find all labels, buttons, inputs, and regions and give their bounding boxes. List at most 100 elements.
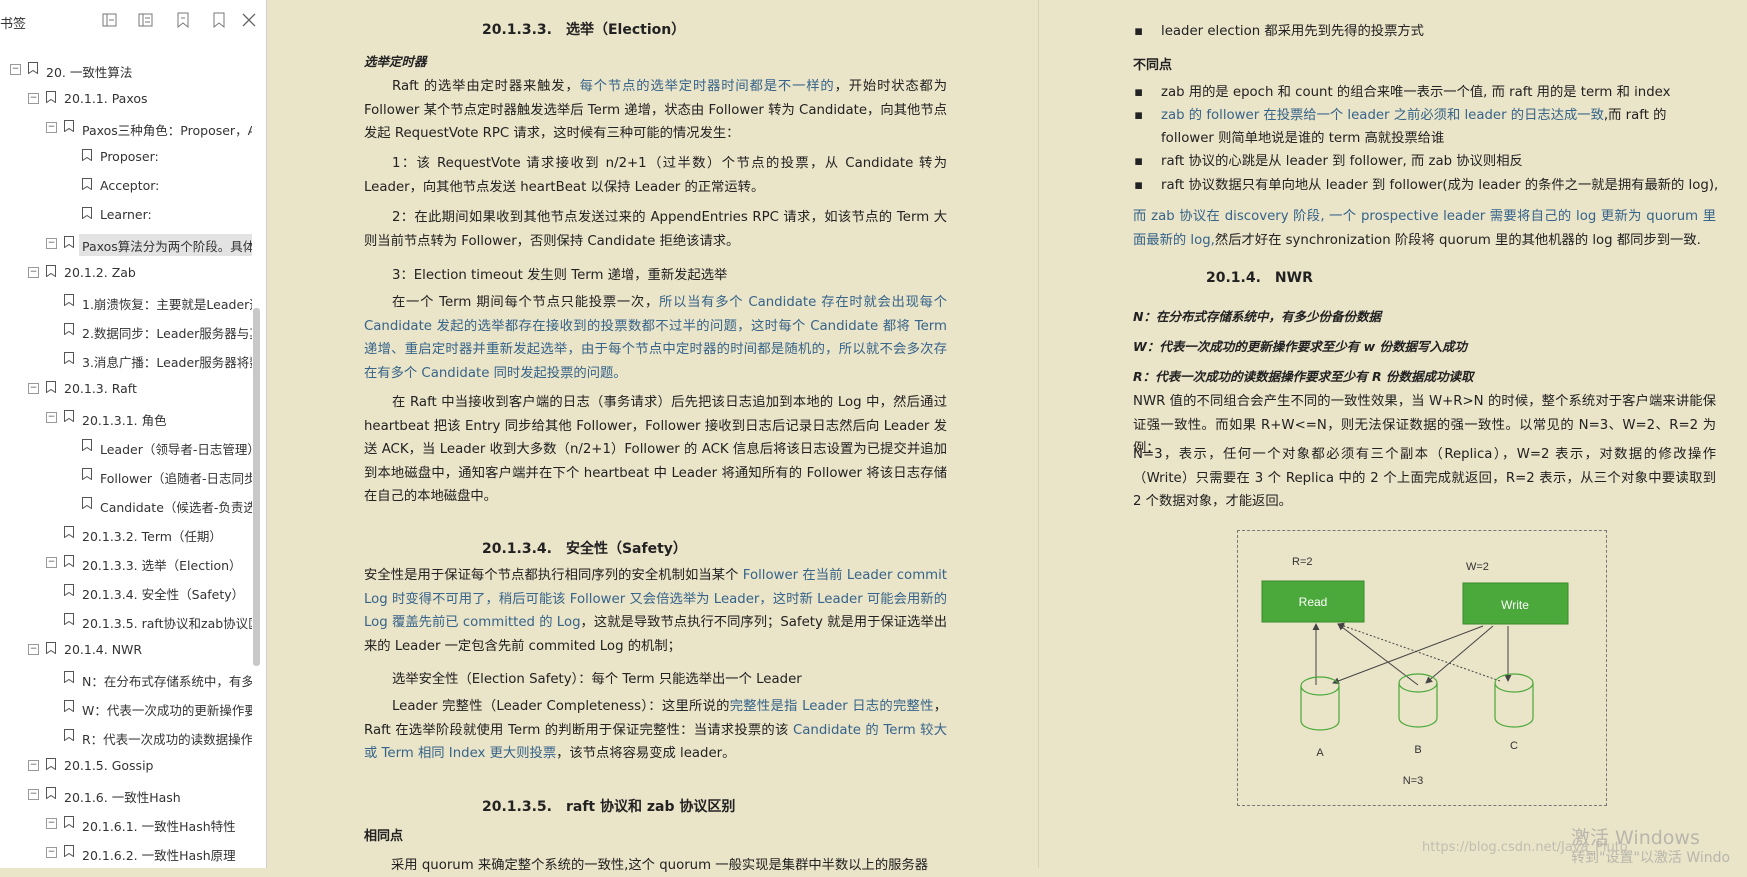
bookmark-label: W：代表一次成功的更新操作要求: [82, 703, 252, 718]
bookmark-label: Candidate（候选者-负责选票: [100, 500, 252, 515]
close-icon[interactable]: [240, 11, 258, 29]
bookmark-item[interactable]: N：在分布式存储系统中，有多少: [0, 667, 252, 691]
bookmark-item[interactable]: − Paxos三种角色：Proposer，Acc: [0, 116, 252, 140]
bookmark-item[interactable]: Leader（领导者-日志管理）: [0, 435, 252, 459]
bookmark-item[interactable]: 20.1.3.5. raft协议和zab协议区别: [0, 609, 252, 633]
bookmark-icon: [82, 468, 92, 481]
bookmarks-panel: 书签 − 20. 一致性算法 − 20.1.1. Paxos − Paxos三种角色：Pr…: [0, 0, 267, 868]
bookmark-item[interactable]: 20.1.3.2. Term（任期）: [0, 522, 252, 546]
expand-toggle-icon[interactable]: −: [28, 760, 39, 771]
expand-toggle-icon[interactable]: −: [28, 93, 39, 104]
expand-toggle-icon[interactable]: −: [46, 238, 57, 249]
expand-toggle-icon[interactable]: −: [28, 267, 39, 278]
bookmark-label: 20.1.6.1. 一致性Hash特性: [82, 819, 236, 834]
bookmark-item[interactable]: 1.崩溃恢复：主要就是Leader选举: [0, 290, 252, 314]
bookmark-item[interactable]: 2.数据同步：Leader服务器与其他: [0, 319, 252, 343]
bookmark-icon: [82, 439, 92, 452]
bookmark-label: 20.1.6. 一致性Hash: [64, 790, 181, 805]
bookmark-label: R：代表一次成功的读数据操作要: [82, 732, 252, 747]
bookmark-item[interactable]: − 20.1.6. 一致性Hash: [0, 783, 252, 807]
bookmark-item[interactable]: Learner:: [0, 203, 252, 227]
paragraph: 而 zab 协议在 discovery 阶段, 一个 prospective l…: [1133, 209, 1716, 248]
bullet-item: ▪ zab 的 follower 在投票给一个 leader 之前必须和 lead…: [1134, 108, 1667, 146]
bookmark-tree: − 20. 一致性算法 − 20.1.1. Paxos − Paxos三种角色：Propo…: [0, 58, 252, 868]
bookmark-label: 20.1.3.4. 安全性（Safety）: [82, 587, 245, 602]
bookmark-item[interactable]: Follower（追随者-日志同步）: [0, 464, 252, 488]
expand-toggle-icon[interactable]: −: [46, 557, 57, 568]
sidebar-scrollbar[interactable]: [253, 308, 260, 666]
bookmark-icon: [64, 584, 74, 597]
bookmark-label: 20.1.3.5. raft协议和zab协议区别: [82, 616, 252, 631]
bookmark-item[interactable]: 20.1.3.4. 安全性（Safety）: [0, 580, 252, 604]
bookmark-item[interactable]: Proposer:: [0, 145, 252, 169]
expand-toggle-icon[interactable]: −: [10, 64, 21, 75]
bullet-item: ▪ raft 协议数据只有单向地从 leader 到 follower(成为 le…: [1134, 178, 1719, 193]
paragraph: 选举安全性（Election Safety）：每个 Term 只能选举出一个 L…: [392, 672, 802, 687]
bookmarks-title: 书签: [0, 17, 27, 32]
subheading-timer: 选举定时器: [364, 54, 427, 69]
bookmark-icon: [82, 149, 92, 162]
bookmark-label: 20.1.3.1. 角色: [82, 413, 167, 428]
bookmark-icon: [64, 816, 74, 829]
bookmark-label: 20.1.6.2. 一致性Hash原理: [82, 848, 236, 863]
collapse-all-icon[interactable]: [137, 11, 155, 29]
bookmark-label: 20.1.5. Gossip: [64, 758, 154, 773]
bookmark-icon: [64, 526, 74, 539]
bookmark-label: 2.数据同步：Leader服务器与其他: [82, 326, 252, 341]
read-label: Read: [1299, 595, 1328, 609]
bookmark-icon[interactable]: [210, 11, 228, 29]
bookmark-icon: [46, 758, 56, 771]
bookmark-label: 20.1.1. Paxos: [64, 91, 148, 106]
bullet-item: ▪ zab 用的是 epoch 和 count 的组合来唯一表示一个值, 而 ra…: [1134, 85, 1671, 100]
bookmark-icon: [64, 294, 74, 307]
windows-activation-watermark: 激活 Windows: [1571, 827, 1700, 849]
subheading-same: 相同点: [364, 829, 404, 844]
expand-toggle-icon[interactable]: −: [28, 383, 39, 394]
expand-toggle-icon[interactable]: −: [46, 847, 57, 858]
node-b: [1398, 673, 1438, 728]
paragraph: Raft 的选举由定时器来触发，每个节点的选举定时器时间都是不一样的，开始时状态…: [364, 79, 948, 141]
bookmark-add-icon[interactable]: [174, 11, 192, 29]
expand-toggle-icon[interactable]: −: [28, 644, 39, 655]
bookmark-item[interactable]: W：代表一次成功的更新操作要求: [0, 696, 252, 720]
heading-safety: 20.1.3.4. 安全性（Safety）: [482, 541, 687, 557]
bookmark-item[interactable]: − 20.1.1. Paxos: [0, 87, 252, 111]
bookmark-icon: [46, 91, 56, 104]
bookmark-icon: [64, 671, 74, 684]
bookmark-item[interactable]: − 20.1.3.3. 选举（Election）: [0, 551, 252, 575]
bookmark-item[interactable]: − 20. 一致性算法: [0, 58, 252, 82]
node-c: [1494, 673, 1534, 728]
bookmark-icon: [64, 323, 74, 336]
bookmark-item[interactable]: − 20.1.2. Zab: [0, 261, 252, 285]
bookmark-item[interactable]: Acceptor:: [0, 174, 252, 198]
bookmark-icon: [64, 352, 74, 365]
bookmark-item[interactable]: − 20.1.3.1. 角色: [0, 406, 252, 430]
bookmark-item[interactable]: − 20.1.6.2. 一致性Hash原理: [0, 841, 252, 865]
bookmark-icon: [64, 613, 74, 626]
bookmark-icon: [46, 787, 56, 800]
bullet-item: ▪ leader election 都采用先到先得的投票方式: [1134, 24, 1424, 39]
bookmark-icon: [82, 207, 92, 220]
bookmark-item[interactable]: R：代表一次成功的读数据操作要: [0, 725, 252, 749]
nwr-diagram-svg: R=2 W=2 Read Write A B C N=3: [1261, 556, 1569, 787]
expand-toggle-icon[interactable]: −: [46, 412, 57, 423]
bookmark-item[interactable]: 3.消息广播：Leader服务器将数据: [0, 348, 252, 372]
bookmark-item[interactable]: − 20.1.3. Raft: [0, 377, 252, 401]
bookmark-label: Learner:: [100, 207, 152, 222]
bookmark-item[interactable]: Candidate（候选者-负责选票: [0, 493, 252, 517]
bookmark-item[interactable]: − 20.1.6.1. 一致性Hash特性: [0, 812, 252, 836]
bookmark-item[interactable]: − Paxos算法分为两个阶段。具体如: [0, 232, 252, 256]
bookmark-item[interactable]: − 20.1.4. NWR: [0, 638, 252, 662]
bookmark-icon: [64, 236, 74, 249]
left-page: 20.1.3.3. 选举（Election） 选举定时器 Raft 的选举由定时…: [362, 0, 948, 873]
expand-toggle-icon[interactable]: −: [46, 818, 57, 829]
heading-nwr: 20.1.4. NWR: [1206, 270, 1313, 286]
bookmark-item[interactable]: − 20.1.5. Gossip: [0, 754, 252, 778]
expand-toggle-icon[interactable]: −: [28, 789, 39, 800]
bookmark-icon: [64, 410, 74, 423]
expand-all-icon[interactable]: [101, 11, 119, 29]
expand-toggle-icon[interactable]: −: [46, 122, 57, 133]
definition-n: N：在分布式存储系统中，有多少份备份数据: [1133, 309, 1381, 324]
bookmark-icon: [64, 555, 74, 568]
bookmark-label: N：在分布式存储系统中，有多少: [82, 674, 252, 689]
